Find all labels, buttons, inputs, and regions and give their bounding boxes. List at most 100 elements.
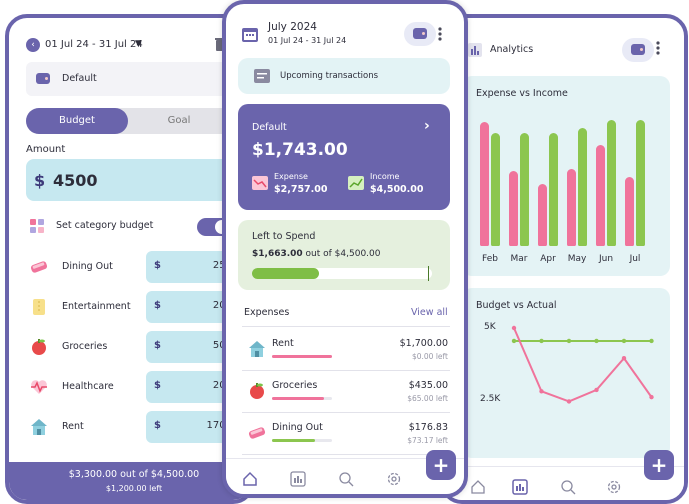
expense-amount: $435.00 <box>408 380 448 391</box>
line-series-1 <box>513 327 653 403</box>
add-button[interactable]: + <box>644 450 674 480</box>
wallet-icon <box>36 73 50 84</box>
line-plot <box>511 325 654 404</box>
analytics-icon <box>468 42 482 57</box>
account-card[interactable]: Default › $1,743.00 Expense $2,757.00 In… <box>238 104 450 210</box>
expense-amount: $176.83 <box>408 422 448 433</box>
budget-screen: ‹ 01 Jul 24 - 31 Jul 24 ▼ Default Budget… <box>5 14 255 504</box>
line-point <box>649 338 654 344</box>
analytics-icon[interactable] <box>512 479 528 495</box>
currency-symbol: $ <box>34 171 46 190</box>
currency-symbol: $ <box>154 260 161 271</box>
analytics-icon[interactable] <box>290 471 306 487</box>
currency-symbol: $ <box>154 420 161 431</box>
line-point <box>594 387 599 393</box>
bar-mar-0 <box>509 170 518 246</box>
date-range: 01 Jul 24 - 31 Jul 24 <box>268 36 347 45</box>
account-selector[interactable]: Default <box>26 62 251 96</box>
tab-goal[interactable]: Goal <box>128 108 230 134</box>
dining-icon <box>248 427 266 439</box>
house-icon <box>31 419 47 435</box>
category-name: Dining Out <box>62 261 113 272</box>
progress-track <box>252 266 432 281</box>
page-title: Analytics <box>490 44 534 55</box>
category-row: Dining Out $250 <box>26 251 251 285</box>
line-point <box>539 389 544 394</box>
bar-jun-0 <box>596 144 605 246</box>
chart-title: Expense vs Income <box>476 88 568 99</box>
bar-apr-1 <box>549 133 558 246</box>
category-row: Groceries $500 <box>26 331 251 365</box>
line-point <box>511 325 517 331</box>
x-tick-label: Feb <box>482 254 498 264</box>
expense-name: Dining Out <box>272 422 323 433</box>
line-point <box>621 356 627 361</box>
account-name: Default <box>62 73 97 84</box>
expense-row[interactable]: Groceries $435.00 $65.00 left <box>242 370 450 413</box>
income-value: $4,500.00 <box>370 184 424 195</box>
currency-symbol: $ <box>154 300 161 311</box>
dining-icon <box>30 261 48 273</box>
amount-value: 4500 <box>53 171 98 190</box>
expense-name: Rent <box>272 338 294 349</box>
x-tick-label: Apr <box>540 254 556 264</box>
set-category-label: Set category budget <box>56 220 154 231</box>
expense-label: Expense <box>274 172 308 181</box>
category-row: Rent $1700 <box>26 411 251 445</box>
add-button[interactable]: + <box>426 450 456 480</box>
home-icon[interactable] <box>242 471 258 487</box>
search-icon[interactable] <box>338 471 354 487</box>
more-icon[interactable] <box>656 40 660 60</box>
bar-jul-0 <box>625 176 634 246</box>
expense-progress <box>272 397 332 400</box>
budget-summary-bar: $3,300.00 out of $4,500.00 $1,200.00 lef… <box>9 462 251 500</box>
home-icon[interactable] <box>470 479 486 495</box>
search-icon[interactable] <box>560 479 576 495</box>
income-label: Income <box>370 172 400 181</box>
expense-row[interactable]: Rent $1,700.00 $0.00 left <box>242 328 450 371</box>
amount-label: Amount <box>26 144 66 155</box>
apple-icon <box>250 383 264 399</box>
gear-icon[interactable] <box>606 479 622 495</box>
view-all-link[interactable]: View all <box>411 307 448 318</box>
budget-total: $3,300.00 out of $4,500.00 <box>68 469 200 480</box>
wallet-button[interactable] <box>622 38 654 62</box>
line-point <box>566 399 572 404</box>
currency-symbol: $ <box>154 380 161 391</box>
expense-income-chart: Expense vs Income Feb Mar Apr May Jun Jul <box>462 76 670 276</box>
gear-icon[interactable] <box>386 471 402 487</box>
expense-row[interactable]: Dining Out $176.83 $73.17 left <box>242 412 450 455</box>
back-icon[interactable]: ‹ <box>26 38 40 52</box>
chevron-down-icon[interactable]: ▼ <box>135 39 142 49</box>
expense-name: Groceries <box>272 380 318 391</box>
budget-actual-chart: Budget vs Actual 5K 2.5K <box>462 288 670 458</box>
upcoming-label: Upcoming transactions <box>280 71 379 81</box>
account-name: Default <box>252 122 287 133</box>
x-tick-label: Jul <box>629 254 641 264</box>
expense-progress-fill <box>272 439 315 442</box>
calendar-icon[interactable] <box>242 26 258 42</box>
account-balance: $1,743.00 <box>252 140 348 160</box>
amount-field[interactable]: $ 4500 <box>26 159 251 201</box>
category-row: Entertainment $200 <box>26 291 251 325</box>
wallet-button[interactable] <box>404 22 436 46</box>
category-row: Healthcare $200 <box>26 371 251 405</box>
heartbeat-icon <box>31 380 47 394</box>
progress-fill <box>252 268 319 279</box>
category-name: Rent <box>62 421 84 432</box>
expense-progress <box>272 439 332 442</box>
line-point <box>539 338 544 344</box>
chevron-right-icon[interactable]: › <box>424 118 430 134</box>
category-name: Groceries <box>62 341 108 352</box>
expense-amount: $1,700.00 <box>399 338 448 349</box>
left-to-spend-amount: $1,663.00 <box>252 249 303 259</box>
bar-plot <box>480 116 660 246</box>
more-icon[interactable] <box>438 26 442 46</box>
x-tick-label: Mar <box>510 254 528 264</box>
upcoming-transactions[interactable]: Upcoming transactions <box>238 58 450 94</box>
left-to-spend-label: Left to Spend <box>252 231 316 242</box>
tab-budget[interactable]: Budget <box>26 108 128 134</box>
wallet-icon <box>631 44 645 55</box>
date-range[interactable]: 01 Jul 24 - 31 Jul 24 <box>45 39 143 50</box>
current-month[interactable]: July 2024 <box>268 21 317 33</box>
